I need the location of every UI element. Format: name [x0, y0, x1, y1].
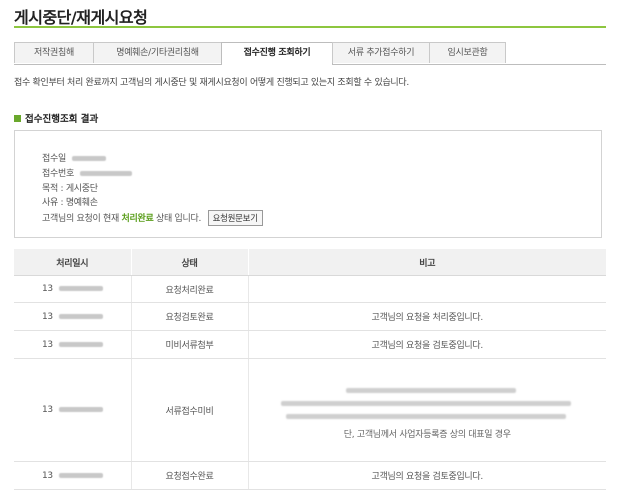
column-header-date: 처리일시 [14, 249, 132, 276]
tab-defamation[interactable]: 명예훼손/기타권리침해 [93, 42, 222, 63]
redacted-value [58, 472, 103, 478]
redacted-value [58, 341, 103, 347]
redacted-value [58, 286, 103, 291]
received-date-line: 접수일 [42, 151, 106, 164]
section-title: 접수진행조회 결과 [25, 114, 99, 125]
tab-add-documents[interactable]: 서류 추가접수하기 [332, 42, 430, 63]
note-cell: 고객님의 요청을 검토중입니다. [248, 461, 606, 490]
date-cell: 13 [14, 358, 132, 462]
redacted-text [285, 414, 566, 419]
processing-history-table: 처리일시 상태 비고 13 요청처리완료 13 요청검토완료 고객님의 요청을 … [14, 249, 606, 490]
view-original-request-button[interactable]: 요청원문보기 [207, 210, 263, 226]
date-cell: 13 [14, 330, 132, 359]
date-cell: 13 [14, 302, 132, 331]
redacted-value [58, 313, 103, 319]
column-header-note: 비고 [248, 249, 606, 276]
status-cell: 서류접수미비 [131, 358, 249, 462]
status-line: 고객님의 요청이 현재 처리완료 상태 입니다. 요청원문보기 [42, 210, 263, 226]
tab-progress-inquiry[interactable]: 접수진행 조회하기 [221, 42, 333, 65]
note-cell: 단, 고객님께서 사업자등록증 상의 대표일 경우 [248, 358, 606, 462]
note-cell: 고객님의 요청을 검토중입니다. [248, 330, 606, 359]
redacted-text [280, 401, 571, 406]
table-row: 13 서류접수미비 단, 고객님께서 사업자등록증 상의 대표일 경우 [14, 358, 606, 462]
page-title: 게시중단/재게시요청 [14, 8, 148, 27]
table-row: 13 요청검토완료 고객님의 요청을 처리중입니다. [14, 302, 606, 331]
table-row: 13 요청접수완료 고객님의 요청을 검토중입니다. [14, 461, 606, 490]
bullet-icon [14, 115, 21, 122]
redacted-text [345, 388, 516, 393]
received-date-label: 접수일 [42, 154, 66, 164]
title-divider [14, 26, 606, 28]
date-cell: 13 [14, 461, 132, 490]
status-prefix: 고객님의 요청이 현재 [42, 214, 119, 224]
status-cell: 요청접수완료 [131, 461, 249, 490]
note-cell [248, 275, 606, 303]
table-row: 13 미비서류첨부 고객님의 요청을 검토중입니다. [14, 330, 606, 359]
page-description: 접수 확인부터 처리 완료까지 고객님의 게시중단 및 재게시요청이 어떻게 진… [14, 78, 409, 88]
note-cell: 고객님의 요청을 처리중입니다. [248, 302, 606, 331]
purpose-line: 목적 : 게시중단 [42, 184, 98, 194]
receipt-number-label: 접수번호 [42, 169, 74, 179]
status-cell: 미비서류첨부 [131, 330, 249, 359]
date-cell: 13 [14, 275, 132, 303]
section-heading: 접수진행조회 결과 [14, 111, 98, 125]
redacted-value [79, 171, 132, 176]
redacted-value [71, 156, 106, 161]
result-info-box: 접수일 접수번호 목적 : 게시중단 사유 : 명예훼손 고객님의 요청이 현재… [14, 130, 602, 238]
status-suffix: 상태 입니다. [156, 214, 202, 224]
table-header-row: 처리일시 상태 비고 [14, 249, 606, 276]
tab-temp-storage[interactable]: 임시보관함 [429, 42, 506, 63]
note-tail-text: 단, 고객님께서 사업자등록증 상의 대표일 경우 [343, 430, 511, 440]
reason-line: 사유 : 명예훼손 [42, 198, 98, 208]
column-header-status: 상태 [131, 249, 249, 276]
receipt-number-line: 접수번호 [42, 166, 132, 179]
redacted-value [58, 407, 103, 412]
tab-copyright[interactable]: 저작권침해 [14, 42, 94, 63]
table-row: 13 요청처리완료 [14, 275, 606, 303]
status-cell: 요청검토완료 [131, 302, 249, 331]
status-value: 처리완료 [121, 214, 154, 224]
status-cell: 요청처리완료 [131, 275, 249, 303]
tab-bar: 저작권침해 명예훼손/기타권리침해 접수진행 조회하기 서류 추가접수하기 임시… [14, 42, 606, 65]
